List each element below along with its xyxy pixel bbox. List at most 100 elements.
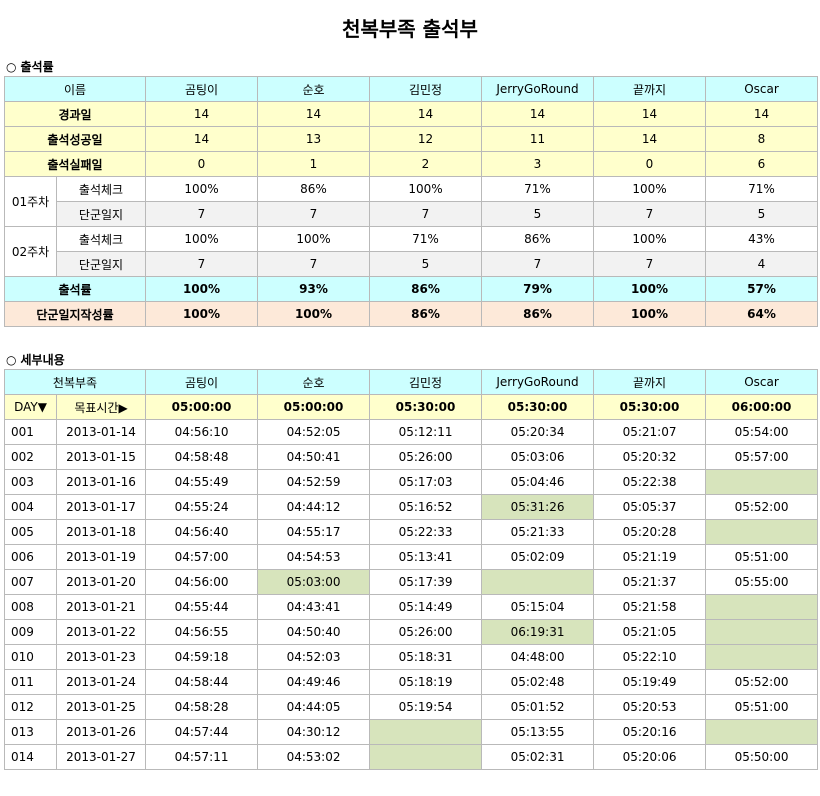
summary-row: 경과일 14 14 14 14 14 14 — [4, 101, 818, 127]
day-row: 007 2013-01-20 04:56:00 05:03:00 05:17:39 05:… — [4, 569, 819, 595]
day-date: 2013-01-22 — [55, 619, 147, 645]
time-cell: 05:21:58 — [593, 594, 707, 620]
day-date: 2013-01-19 — [55, 544, 147, 570]
time-cell: 05:14:49 — [369, 594, 483, 620]
day-number: 010 — [4, 644, 57, 670]
missed-cell: 05:03:00 — [257, 569, 371, 595]
missed-cell: 06:19:31 — [481, 619, 595, 645]
check-label: 출석체크 — [56, 176, 146, 202]
time-cell: 05:57:00 — [705, 444, 819, 470]
table-cell: 14 — [257, 101, 370, 127]
table-cell: 7 — [145, 251, 258, 277]
table-cell: 100% — [593, 176, 706, 202]
time-cell: 05:20:28 — [593, 519, 707, 545]
time-cell: 04:49:46 — [257, 669, 371, 695]
day-date: 2013-01-23 — [55, 644, 147, 670]
day-date: 2013-01-16 — [55, 469, 147, 495]
time-cell: 05:52:00 — [705, 669, 819, 695]
summary-heading: ○ 출석률 — [6, 58, 820, 76]
time-cell: 05:20:06 — [593, 744, 707, 770]
day-row: 006 2013-01-19 04:57:00 04:54:53 05:13:41 05:… — [4, 544, 819, 570]
day-number: 008 — [4, 594, 57, 620]
table-cell: 7 — [593, 201, 706, 227]
table-cell: 71% — [369, 226, 482, 252]
day-number: 006 — [4, 544, 57, 570]
diary-label: 단군일지 — [56, 201, 146, 227]
day-number: 013 — [4, 719, 57, 745]
table-cell: 86% — [369, 301, 482, 327]
day-row: 003 2013-01-16 04:55:49 04:52:59 05:17:03 05:… — [4, 469, 819, 495]
day-date: 2013-01-18 — [55, 519, 147, 545]
target-time: 05:00:00 — [257, 394, 371, 420]
row-label: 출석성공일 — [4, 126, 146, 152]
page-title: 천복부족 출석부 — [342, 17, 478, 41]
day-row: 010 2013-01-23 04:59:18 04:52:03 05:18:31 04:… — [4, 644, 819, 670]
table-cell: 13 — [257, 126, 370, 152]
table-cell: 0 — [593, 151, 706, 177]
week-check-row: 01주차 출석체크 100% 86% 100% 71% 100% 71% — [4, 176, 818, 227]
table-cell: 71% — [481, 176, 594, 202]
table-cell: 79% — [481, 276, 594, 302]
check-label: 출석체크 — [56, 226, 146, 252]
day-date: 2013-01-17 — [55, 494, 147, 520]
time-cell: 04:58:28 — [145, 694, 259, 720]
table-cell: 100% — [145, 301, 258, 327]
missed-cell — [705, 619, 819, 645]
member-header: 끝까지 — [593, 369, 707, 395]
time-cell: 04:56:00 — [145, 569, 259, 595]
tribe-header: 천복부족 — [3, 369, 147, 395]
table-cell: 14 — [369, 101, 482, 127]
table-cell: 14 — [481, 101, 594, 127]
diary-rate-label: 단군일지작성률 — [4, 301, 146, 327]
time-cell: 05:18:31 — [369, 644, 483, 670]
time-cell: 04:56:55 — [145, 619, 259, 645]
time-cell: 05:26:00 — [369, 444, 483, 470]
table-cell: 100% — [145, 176, 258, 202]
time-cell: 05:22:38 — [593, 469, 707, 495]
time-cell: 05:20:53 — [593, 694, 707, 720]
time-cell: 05:17:03 — [369, 469, 483, 495]
member-header: 곰팅이 — [145, 369, 259, 395]
time-cell: 04:58:48 — [145, 444, 259, 470]
table-cell: 100% — [369, 176, 482, 202]
missed-cell — [705, 469, 819, 495]
time-cell: 04:55:49 — [145, 469, 259, 495]
time-cell: 05:21:05 — [593, 619, 707, 645]
time-cell: 05:12:11 — [369, 419, 483, 445]
missed-cell — [705, 594, 819, 620]
week-label: 01주차 — [4, 176, 57, 227]
time-cell: 05:54:00 — [705, 419, 819, 445]
summary-heading-label: 출석률 — [20, 60, 54, 74]
rate-row: 출석률 100% 93% 86% 79% 100% 57% — [4, 276, 818, 302]
time-cell: 04:50:41 — [257, 444, 371, 470]
target-header: 목표시간▶ — [55, 394, 147, 420]
time-cell: 05:22:10 — [593, 644, 707, 670]
table-cell: 1 — [257, 151, 370, 177]
week-label: 02주차 — [4, 226, 57, 277]
day-row: 014 2013-01-27 04:57:11 04:53:02 05:02:31 05:… — [4, 744, 819, 770]
table-cell: 5 — [369, 251, 482, 277]
day-number: 011 — [4, 669, 57, 695]
member-header: Oscar — [705, 369, 819, 395]
time-cell: 05:20:32 — [593, 444, 707, 470]
time-cell: 04:56:40 — [145, 519, 259, 545]
table-cell: 5 — [481, 201, 594, 227]
table-cell: 11 — [481, 126, 594, 152]
day-number: 007 — [4, 569, 57, 595]
time-cell: 05:19:54 — [369, 694, 483, 720]
table-cell: 86% — [481, 301, 594, 327]
attendance-detail-table: 천복부족 곰팅이 순호 김민정 JerryGoRound 끝까지 Oscar DAY▼ 목표시간… — [3, 369, 819, 770]
time-cell: 04:30:12 — [257, 719, 371, 745]
diary-label: 단군일지 — [56, 251, 146, 277]
missed-cell — [705, 519, 819, 545]
table-cell: 7 — [257, 201, 370, 227]
table-cell: 64% — [705, 301, 818, 327]
table-cell: 14 — [145, 101, 258, 127]
time-cell: 04:50:40 — [257, 619, 371, 645]
table-cell: 7 — [257, 251, 370, 277]
table-cell: 6 — [705, 151, 818, 177]
time-cell: 05:19:49 — [593, 669, 707, 695]
table-cell: 5 — [705, 201, 818, 227]
day-date: 2013-01-25 — [55, 694, 147, 720]
table-cell: 100% — [257, 301, 370, 327]
